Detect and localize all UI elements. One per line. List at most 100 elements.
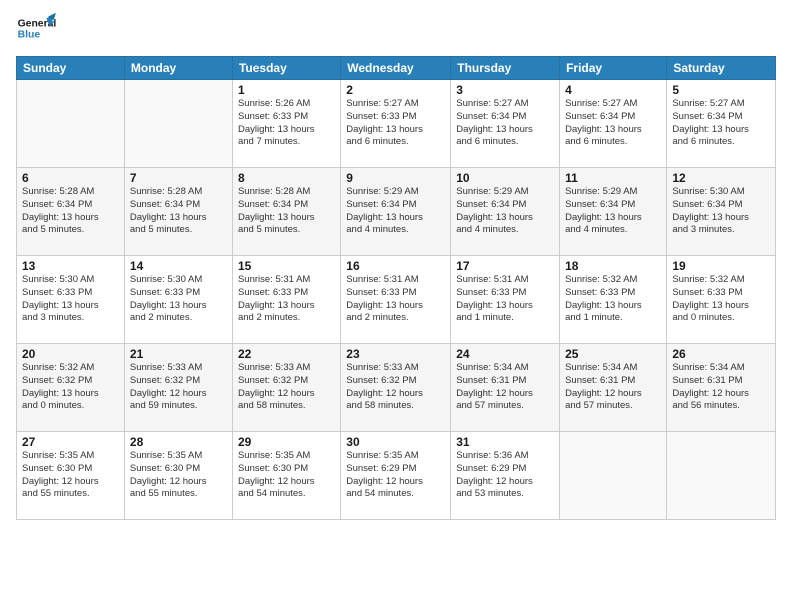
day-number: 9 [346, 171, 445, 185]
day-info: Sunrise: 5:29 AM Sunset: 6:34 PM Dayligh… [456, 186, 554, 237]
day-info: Sunrise: 5:34 AM Sunset: 6:31 PM Dayligh… [672, 362, 770, 413]
calendar-week: 6Sunrise: 5:28 AM Sunset: 6:34 PM Daylig… [17, 168, 776, 256]
calendar-cell: 28Sunrise: 5:35 AM Sunset: 6:30 PM Dayli… [124, 432, 232, 520]
calendar-cell: 27Sunrise: 5:35 AM Sunset: 6:30 PM Dayli… [17, 432, 125, 520]
day-info: Sunrise: 5:35 AM Sunset: 6:30 PM Dayligh… [130, 450, 227, 501]
calendar-cell: 19Sunrise: 5:32 AM Sunset: 6:33 PM Dayli… [667, 256, 776, 344]
day-info: Sunrise: 5:27 AM Sunset: 6:34 PM Dayligh… [456, 98, 554, 149]
day-info: Sunrise: 5:29 AM Sunset: 6:34 PM Dayligh… [346, 186, 445, 237]
calendar-table: SundayMondayTuesdayWednesdayThursdayFrid… [16, 56, 776, 520]
day-number: 26 [672, 347, 770, 361]
calendar-cell: 14Sunrise: 5:30 AM Sunset: 6:33 PM Dayli… [124, 256, 232, 344]
weekday-header: Wednesday [341, 57, 451, 80]
weekday-header: Thursday [451, 57, 560, 80]
day-number: 13 [22, 259, 119, 273]
calendar-cell [124, 80, 232, 168]
calendar-cell: 9Sunrise: 5:29 AM Sunset: 6:34 PM Daylig… [341, 168, 451, 256]
day-info: Sunrise: 5:26 AM Sunset: 6:33 PM Dayligh… [238, 98, 335, 149]
calendar-cell: 4Sunrise: 5:27 AM Sunset: 6:34 PM Daylig… [560, 80, 667, 168]
page: General Blue SundayMondayTuesdayWednesda… [0, 0, 792, 612]
day-info: Sunrise: 5:35 AM Sunset: 6:30 PM Dayligh… [238, 450, 335, 501]
calendar-cell [560, 432, 667, 520]
day-info: Sunrise: 5:29 AM Sunset: 6:34 PM Dayligh… [565, 186, 661, 237]
calendar-cell [17, 80, 125, 168]
day-number: 18 [565, 259, 661, 273]
calendar-week: 13Sunrise: 5:30 AM Sunset: 6:33 PM Dayli… [17, 256, 776, 344]
day-number: 23 [346, 347, 445, 361]
day-info: Sunrise: 5:30 AM Sunset: 6:33 PM Dayligh… [22, 274, 119, 325]
calendar-cell: 30Sunrise: 5:35 AM Sunset: 6:29 PM Dayli… [341, 432, 451, 520]
calendar-cell: 29Sunrise: 5:35 AM Sunset: 6:30 PM Dayli… [232, 432, 340, 520]
calendar-cell: 2Sunrise: 5:27 AM Sunset: 6:33 PM Daylig… [341, 80, 451, 168]
calendar-cell: 5Sunrise: 5:27 AM Sunset: 6:34 PM Daylig… [667, 80, 776, 168]
day-number: 20 [22, 347, 119, 361]
calendar-cell: 6Sunrise: 5:28 AM Sunset: 6:34 PM Daylig… [17, 168, 125, 256]
day-number: 3 [456, 83, 554, 97]
day-number: 14 [130, 259, 227, 273]
logo: General Blue [16, 12, 56, 48]
day-info: Sunrise: 5:31 AM Sunset: 6:33 PM Dayligh… [238, 274, 335, 325]
calendar-cell: 15Sunrise: 5:31 AM Sunset: 6:33 PM Dayli… [232, 256, 340, 344]
day-number: 22 [238, 347, 335, 361]
day-info: Sunrise: 5:34 AM Sunset: 6:31 PM Dayligh… [456, 362, 554, 413]
day-number: 27 [22, 435, 119, 449]
logo-svg: General Blue [16, 12, 56, 48]
calendar-cell: 24Sunrise: 5:34 AM Sunset: 6:31 PM Dayli… [451, 344, 560, 432]
calendar-week: 20Sunrise: 5:32 AM Sunset: 6:32 PM Dayli… [17, 344, 776, 432]
day-info: Sunrise: 5:27 AM Sunset: 6:34 PM Dayligh… [672, 98, 770, 149]
day-info: Sunrise: 5:32 AM Sunset: 6:33 PM Dayligh… [672, 274, 770, 325]
day-number: 12 [672, 171, 770, 185]
calendar-cell: 3Sunrise: 5:27 AM Sunset: 6:34 PM Daylig… [451, 80, 560, 168]
day-number: 6 [22, 171, 119, 185]
calendar-cell: 7Sunrise: 5:28 AM Sunset: 6:34 PM Daylig… [124, 168, 232, 256]
calendar-cell: 20Sunrise: 5:32 AM Sunset: 6:32 PM Dayli… [17, 344, 125, 432]
day-info: Sunrise: 5:28 AM Sunset: 6:34 PM Dayligh… [238, 186, 335, 237]
day-info: Sunrise: 5:35 AM Sunset: 6:29 PM Dayligh… [346, 450, 445, 501]
weekday-header: Tuesday [232, 57, 340, 80]
day-info: Sunrise: 5:27 AM Sunset: 6:33 PM Dayligh… [346, 98, 445, 149]
day-number: 16 [346, 259, 445, 273]
day-info: Sunrise: 5:27 AM Sunset: 6:34 PM Dayligh… [565, 98, 661, 149]
day-number: 17 [456, 259, 554, 273]
calendar-cell: 11Sunrise: 5:29 AM Sunset: 6:34 PM Dayli… [560, 168, 667, 256]
day-number: 15 [238, 259, 335, 273]
day-info: Sunrise: 5:30 AM Sunset: 6:33 PM Dayligh… [130, 274, 227, 325]
day-info: Sunrise: 5:35 AM Sunset: 6:30 PM Dayligh… [22, 450, 119, 501]
calendar-cell: 21Sunrise: 5:33 AM Sunset: 6:32 PM Dayli… [124, 344, 232, 432]
calendar-week: 27Sunrise: 5:35 AM Sunset: 6:30 PM Dayli… [17, 432, 776, 520]
day-info: Sunrise: 5:30 AM Sunset: 6:34 PM Dayligh… [672, 186, 770, 237]
day-number: 29 [238, 435, 335, 449]
day-info: Sunrise: 5:36 AM Sunset: 6:29 PM Dayligh… [456, 450, 554, 501]
calendar-cell: 12Sunrise: 5:30 AM Sunset: 6:34 PM Dayli… [667, 168, 776, 256]
day-info: Sunrise: 5:33 AM Sunset: 6:32 PM Dayligh… [238, 362, 335, 413]
day-number: 2 [346, 83, 445, 97]
calendar-cell: 1Sunrise: 5:26 AM Sunset: 6:33 PM Daylig… [232, 80, 340, 168]
day-info: Sunrise: 5:32 AM Sunset: 6:32 PM Dayligh… [22, 362, 119, 413]
day-info: Sunrise: 5:32 AM Sunset: 6:33 PM Dayligh… [565, 274, 661, 325]
day-number: 5 [672, 83, 770, 97]
calendar-cell: 23Sunrise: 5:33 AM Sunset: 6:32 PM Dayli… [341, 344, 451, 432]
day-number: 7 [130, 171, 227, 185]
header-row: SundayMondayTuesdayWednesdayThursdayFrid… [17, 57, 776, 80]
day-info: Sunrise: 5:28 AM Sunset: 6:34 PM Dayligh… [22, 186, 119, 237]
calendar-cell: 8Sunrise: 5:28 AM Sunset: 6:34 PM Daylig… [232, 168, 340, 256]
calendar-week: 1Sunrise: 5:26 AM Sunset: 6:33 PM Daylig… [17, 80, 776, 168]
calendar-cell: 18Sunrise: 5:32 AM Sunset: 6:33 PM Dayli… [560, 256, 667, 344]
calendar-cell: 22Sunrise: 5:33 AM Sunset: 6:32 PM Dayli… [232, 344, 340, 432]
weekday-header: Saturday [667, 57, 776, 80]
day-info: Sunrise: 5:28 AM Sunset: 6:34 PM Dayligh… [130, 186, 227, 237]
day-number: 11 [565, 171, 661, 185]
day-number: 10 [456, 171, 554, 185]
day-number: 4 [565, 83, 661, 97]
day-number: 19 [672, 259, 770, 273]
calendar-cell: 16Sunrise: 5:31 AM Sunset: 6:33 PM Dayli… [341, 256, 451, 344]
svg-text:Blue: Blue [18, 30, 41, 41]
day-info: Sunrise: 5:33 AM Sunset: 6:32 PM Dayligh… [346, 362, 445, 413]
calendar-cell: 13Sunrise: 5:30 AM Sunset: 6:33 PM Dayli… [17, 256, 125, 344]
weekday-header: Sunday [17, 57, 125, 80]
day-number: 28 [130, 435, 227, 449]
weekday-header: Friday [560, 57, 667, 80]
day-info: Sunrise: 5:34 AM Sunset: 6:31 PM Dayligh… [565, 362, 661, 413]
calendar-cell: 17Sunrise: 5:31 AM Sunset: 6:33 PM Dayli… [451, 256, 560, 344]
header: General Blue [16, 12, 776, 48]
